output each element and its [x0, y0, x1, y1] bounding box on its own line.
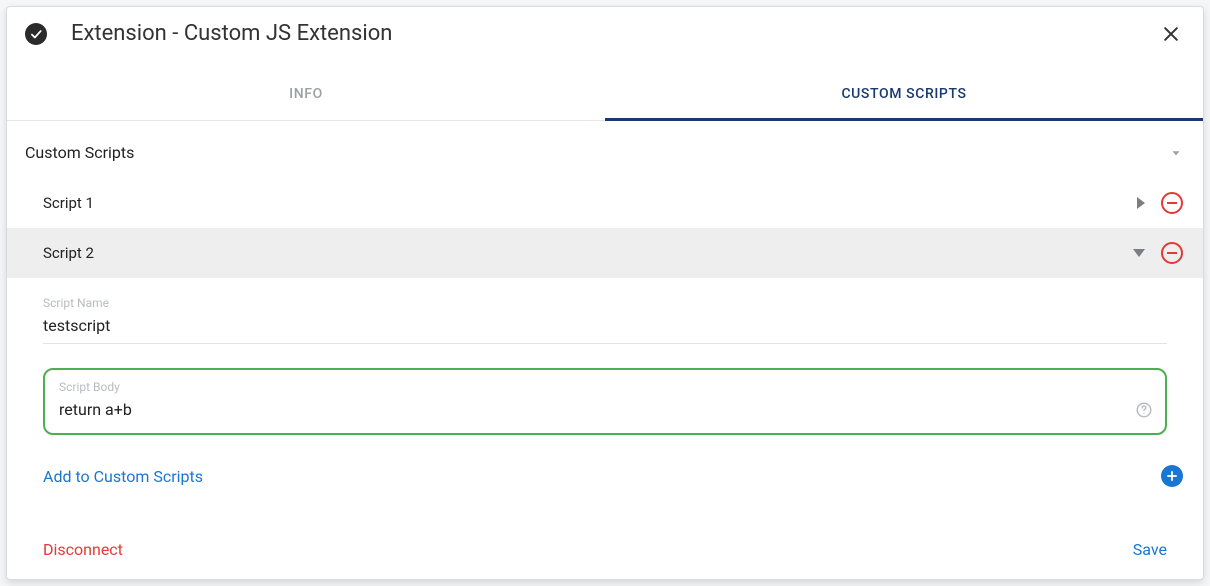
- extension-modal: Extension - Custom JS Extension INFO CUS…: [6, 6, 1204, 580]
- script-row-2[interactable]: Script 2: [7, 228, 1203, 278]
- tab-custom-scripts[interactable]: CUSTOM SCRIPTS: [605, 72, 1203, 121]
- help-icon[interactable]: [1135, 401, 1153, 419]
- tabs: INFO CUSTOM SCRIPTS: [7, 72, 1203, 121]
- add-to-custom-scripts-row: Add to Custom Scripts: [7, 435, 1203, 487]
- section-title: Custom Scripts: [25, 143, 134, 162]
- add-icon[interactable]: [1161, 465, 1183, 487]
- script-name-field: Script Name: [43, 296, 1167, 344]
- content-area: Custom Scripts Script 1 Script 2 Script …: [7, 121, 1203, 540]
- modal-title: Extension - Custom JS Extension: [71, 21, 1159, 46]
- script-body-label: Script Body: [59, 380, 1153, 394]
- script-name-input[interactable]: [43, 314, 1167, 337]
- script-body-field-highlight: Script Body: [43, 368, 1167, 435]
- save-button[interactable]: Save: [1133, 540, 1167, 559]
- close-icon[interactable]: [1159, 22, 1183, 46]
- script-row-label: Script 1: [43, 194, 1137, 212]
- modal-header: Extension - Custom JS Extension: [7, 7, 1203, 58]
- disconnect-button[interactable]: Disconnect: [43, 540, 1133, 559]
- script-row-label: Script 2: [43, 244, 1133, 262]
- expand-right-icon[interactable]: [1137, 197, 1145, 209]
- add-to-custom-scripts-link[interactable]: Add to Custom Scripts: [43, 467, 1161, 486]
- modal-footer: Disconnect Save: [7, 540, 1203, 579]
- script-body-input[interactable]: [59, 398, 1127, 421]
- script-2-body: Script Name Script Body: [7, 296, 1203, 435]
- collapse-down-icon[interactable]: [1133, 249, 1145, 257]
- script-name-label: Script Name: [43, 296, 1167, 310]
- tab-info[interactable]: INFO: [7, 72, 605, 120]
- script-row-1[interactable]: Script 1: [7, 178, 1203, 228]
- check-circle-icon: [25, 23, 47, 45]
- remove-script-icon[interactable]: [1161, 242, 1183, 264]
- section-header-custom-scripts[interactable]: Custom Scripts: [7, 125, 1203, 178]
- remove-script-icon[interactable]: [1161, 192, 1183, 214]
- chevron-down-icon: [1169, 146, 1183, 160]
